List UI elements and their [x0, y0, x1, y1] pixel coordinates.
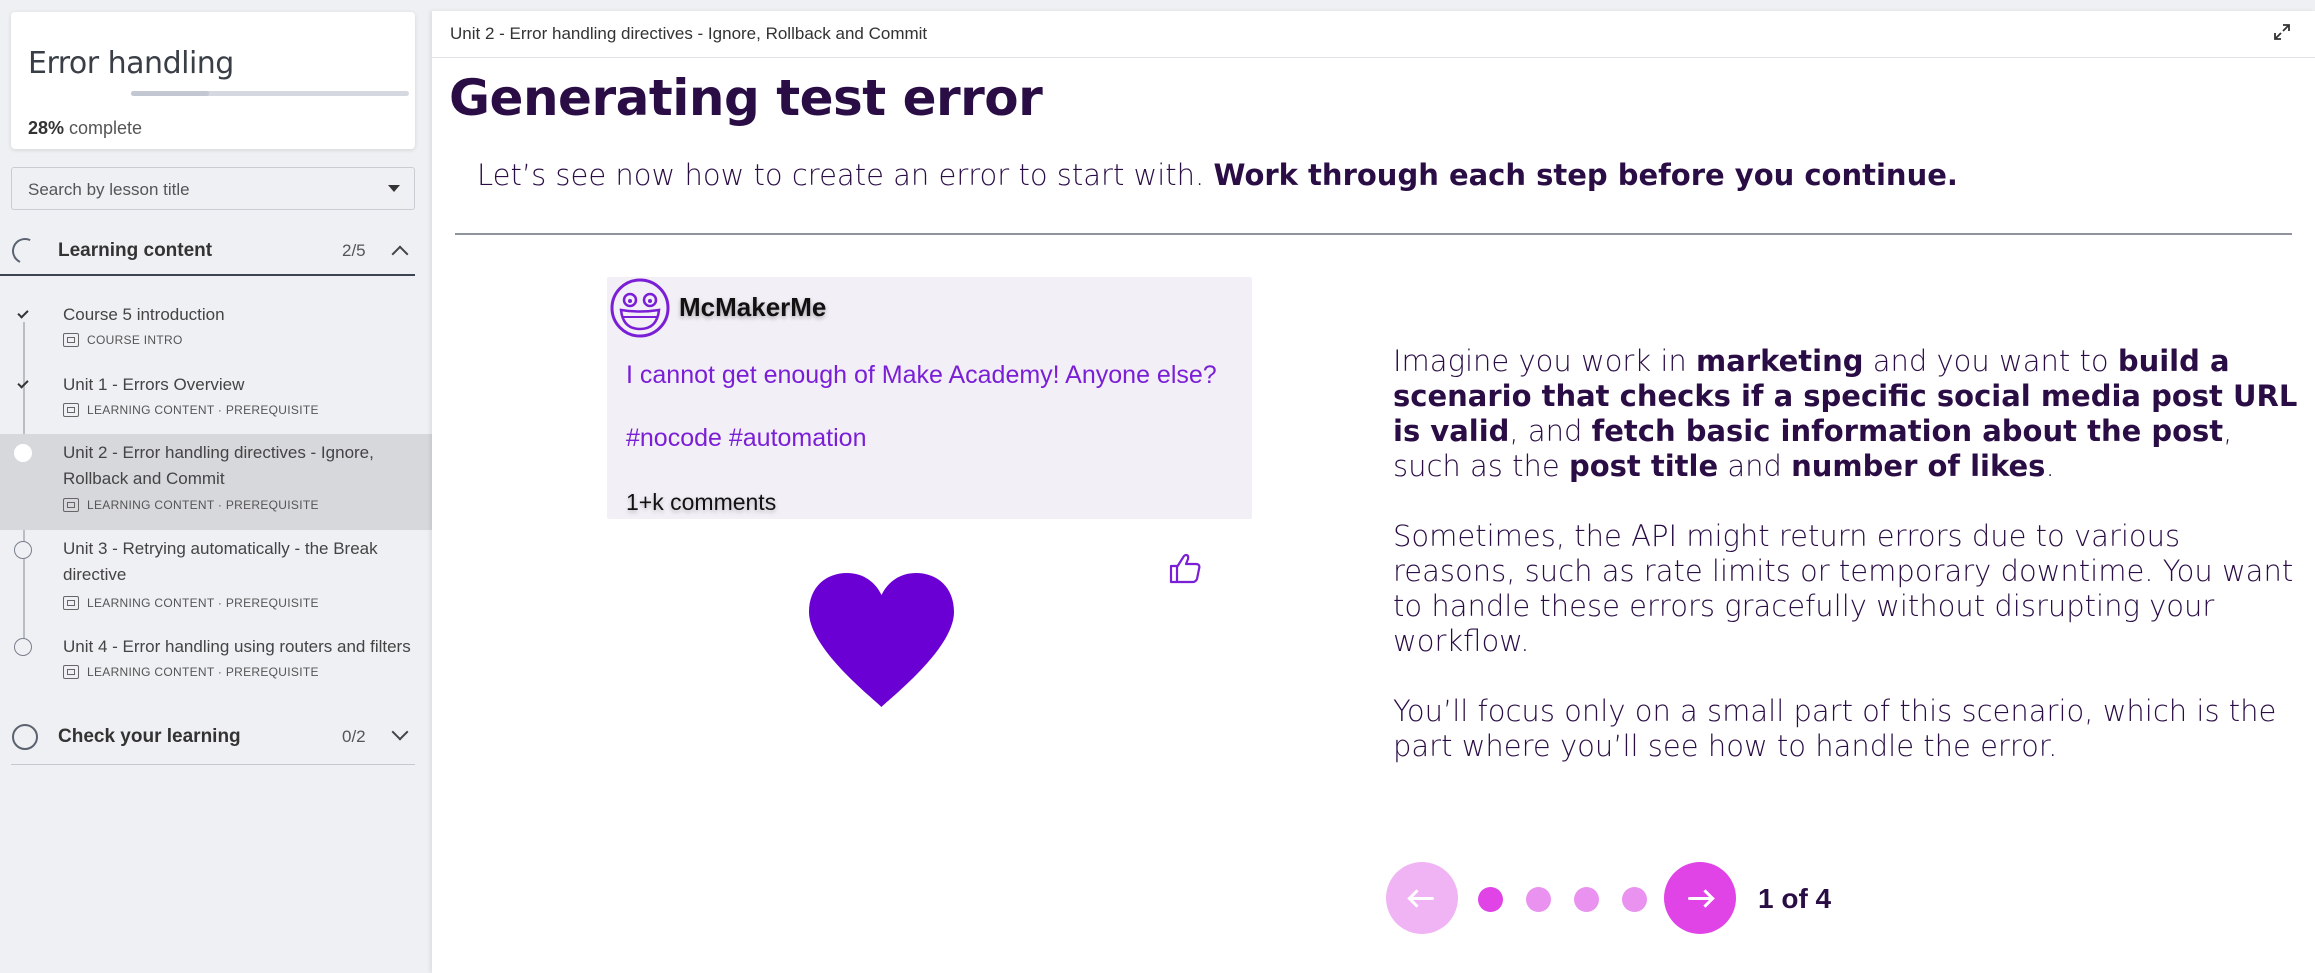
heart-icon [809, 573, 954, 707]
chevron-up-icon[interactable] [391, 245, 409, 263]
lesson-meta-text: LEARNING CONTENT · PREREQUISITE [87, 498, 319, 512]
section-check-your-learning[interactable]: Check your learning 0/2 [0, 712, 432, 765]
lesson-item-unit-2[interactable]: Unit 2 - Error handling directives - Ign… [0, 434, 432, 530]
lesson-content-panel: Unit 2 - Error handling directives - Ign… [432, 11, 2315, 973]
lesson-meta-text: LEARNING CONTENT · PREREQUISITE [87, 403, 319, 417]
document-icon [63, 596, 79, 610]
next-step-button[interactable] [1664, 862, 1736, 934]
expand-icon[interactable] [2272, 22, 2292, 42]
progress-bar [131, 91, 409, 96]
post-comments-count: 1+k comments [626, 489, 777, 515]
step-dot-2[interactable] [1526, 887, 1551, 912]
step-dot-4[interactable] [1622, 887, 1647, 912]
document-icon [63, 665, 79, 679]
lesson-item-course-intro[interactable]: Course 5 introduction COURSE INTRO [0, 300, 432, 358]
lesson-item-unit-3[interactable]: Unit 3 - Retrying automatically - the Br… [0, 536, 432, 616]
lesson-status-icon [14, 638, 32, 656]
check-icon [17, 377, 29, 389]
arrow-left-icon [1410, 897, 1434, 900]
course-title: Error handling [28, 46, 234, 81]
lesson-title: Course 5 introduction [63, 305, 225, 324]
scenario-description: Imagine you work in marketing and you wa… [1393, 344, 2303, 799]
description-paragraph-1: Imagine you work in marketing and you wa… [1393, 344, 2303, 484]
step-counter: 1 of 4 [1758, 883, 1832, 914]
course-sidebar: Error handling 28% complete Search by le… [0, 0, 432, 973]
lesson-title: Unit 2 - Error handling directives - Ign… [63, 443, 374, 488]
lesson-meta-text: LEARNING CONTENT · PREREQUISITE [87, 596, 319, 610]
lesson-meta: LEARNING CONTENT · PREREQUISITE [63, 498, 319, 512]
intro-bold: Work through each step before you contin… [1213, 158, 1958, 192]
description-run: post title [1568, 449, 1719, 483]
section-title: Learning content [58, 240, 213, 261]
page-title: Generating test error [449, 69, 1043, 127]
divider [455, 233, 2292, 235]
post-hashtags: #nocode #automation [626, 424, 867, 452]
description-run: and [1718, 449, 1792, 483]
section-progress-icon [12, 724, 38, 750]
lesson-meta-text: LEARNING CONTENT · PREREQUISITE [87, 665, 319, 679]
step-dot-3[interactable] [1574, 887, 1599, 912]
description-run: and you want to [1863, 344, 2118, 378]
section-learning-content[interactable]: Learning content 2/5 [0, 226, 415, 276]
lesson-meta: LEARNING CONTENT · PREREQUISITE [63, 596, 319, 610]
lesson-meta: COURSE INTRO [63, 333, 183, 347]
previous-step-button[interactable] [1386, 862, 1458, 934]
document-icon [63, 333, 79, 347]
description-run: . [2045, 449, 2055, 483]
post-text: I cannot get enough of Make Academy! Any… [626, 361, 1217, 389]
lesson-search-dropdown[interactable]: Search by lesson title [11, 167, 415, 210]
document-icon [63, 403, 79, 417]
lesson-meta-text: COURSE INTRO [87, 333, 183, 347]
divider [11, 764, 415, 765]
caret-down-icon [388, 185, 400, 192]
description-paragraph-2: Sometimes, the API might return errors d… [1393, 519, 2294, 658]
intro-text: Let’s see now how to create an error to … [477, 158, 1958, 192]
section-progress-icon [8, 234, 42, 268]
section-count: 2/5 [342, 241, 366, 260]
lesson-item-unit-4[interactable]: Unit 4 - Error handling using routers an… [0, 634, 432, 684]
progress-percent: 28% [28, 118, 65, 138]
lesson-search-placeholder: Search by lesson title [28, 180, 190, 199]
lesson-item-unit-1[interactable]: Unit 1 - Errors Overview LEARNING CONTEN… [0, 370, 432, 428]
section-count: 0/2 [342, 727, 366, 746]
post-username: McMakerMe [679, 292, 827, 322]
grinning-face-avatar-icon [610, 278, 670, 338]
social-post-card: McMakerMe I cannot get enough of Make Ac… [607, 277, 1252, 519]
description-run: fetch basic information about the post [1591, 414, 2224, 448]
thumbs-up-icon[interactable] [1168, 551, 1202, 585]
progress-label: 28% complete [28, 118, 142, 139]
course-progress-card: Error handling 28% complete [11, 12, 415, 149]
description-run: marketing [1696, 344, 1864, 378]
description-run: Imagine you work in [1393, 344, 1697, 378]
section-title: Check your learning [58, 726, 241, 747]
check-icon [17, 307, 29, 319]
intro-plain: Let’s see now how to create an error to … [477, 158, 1214, 192]
lesson-title: Unit 4 - Error handling using routers an… [63, 637, 411, 656]
step-dot-1[interactable] [1478, 887, 1503, 912]
arrow-right-icon [1688, 897, 1712, 900]
lesson-title: Unit 1 - Errors Overview [63, 375, 245, 394]
description-run: , and [1509, 414, 1592, 448]
divider [432, 57, 2315, 58]
description-run: number of likes [1791, 449, 2046, 483]
description-paragraph-3: You’ll focus only on a small part of thi… [1393, 694, 2277, 763]
lesson-title: Unit 3 - Retrying automatically - the Br… [63, 539, 378, 584]
chevron-down-icon[interactable] [391, 723, 409, 741]
lesson-meta: LEARNING CONTENT · PREREQUISITE [63, 403, 319, 417]
document-icon [63, 498, 79, 512]
breadcrumb: Unit 2 - Error handling directives - Ign… [450, 24, 928, 43]
lesson-meta: LEARNING CONTENT · PREREQUISITE [63, 665, 319, 679]
lesson-status-icon [14, 444, 32, 462]
progress-bar-fill [131, 91, 209, 96]
progress-suffix: complete [64, 118, 143, 138]
lesson-status-icon [14, 541, 32, 559]
